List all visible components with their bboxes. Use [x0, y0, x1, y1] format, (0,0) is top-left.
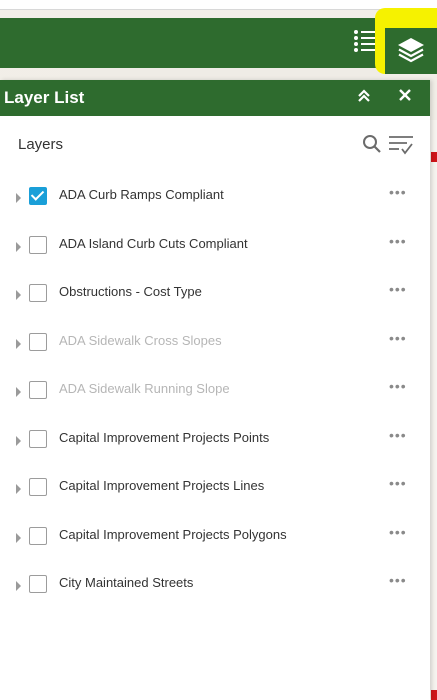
panel-header: Layer List	[0, 80, 430, 116]
layer-label: Capital Improvement Projects Lines	[59, 478, 265, 493]
caret-right-icon[interactable]	[16, 581, 21, 591]
layer-visibility-checkbox[interactable]	[29, 429, 47, 448]
layer-visibility-checkbox[interactable]	[29, 526, 47, 545]
layer-row[interactable]: Obstructions - Cost Type •••	[0, 280, 430, 310]
layers-button-highlight	[375, 8, 437, 74]
caret-right-icon[interactable]	[16, 387, 21, 397]
caret-right-icon[interactable]	[16, 484, 21, 494]
close-icon[interactable]	[398, 88, 412, 107]
layer-row[interactable]: Capital Improvement Projects Polygons •••	[0, 523, 430, 553]
double-chevron-up-icon[interactable]	[356, 88, 372, 109]
app-toolbar	[0, 18, 437, 68]
layer-visibility-checkbox[interactable]	[29, 235, 47, 254]
layers-section-header: Layers	[0, 116, 430, 172]
map-marker	[431, 690, 437, 700]
layer-label: City Maintained Streets	[59, 575, 194, 590]
caret-right-icon[interactable]	[16, 435, 21, 446]
more-options-icon[interactable]: •••	[389, 572, 407, 588]
map-marker	[431, 152, 437, 162]
layers-button[interactable]	[385, 28, 437, 74]
more-options-icon[interactable]: •••	[389, 184, 407, 200]
layer-label: Obstructions - Cost Type	[59, 284, 202, 299]
layer-label: Capital Improvement Projects Points	[59, 429, 270, 445]
layer-visibility-checkbox[interactable]	[29, 187, 47, 205]
more-options-icon[interactable]: •••	[389, 281, 407, 297]
filter-icon[interactable]	[388, 134, 414, 161]
layer-row[interactable]: ADA Island Curb Cuts Compliant •••	[0, 232, 430, 262]
layer-label: ADA Island Curb Cuts Compliant	[59, 235, 248, 251]
more-options-icon[interactable]: •••	[389, 427, 407, 443]
layer-row[interactable]: Capital Improvement Projects Points •••	[0, 426, 430, 456]
more-options-icon[interactable]: •••	[389, 233, 407, 249]
layer-visibility-checkbox[interactable]	[29, 332, 47, 351]
layer-list-panel: Layer List Layers ADA Curb Ramps Complia…	[0, 80, 430, 700]
top-strip	[0, 0, 437, 10]
layer-label: ADA Sidewalk Cross Slopes	[59, 332, 222, 348]
caret-right-icon[interactable]	[16, 241, 21, 252]
layer-row[interactable]: Capital Improvement Projects Lines •••	[0, 474, 430, 504]
caret-right-icon[interactable]	[16, 532, 21, 543]
layer-row[interactable]: ADA Curb Ramps Compliant •••	[0, 183, 430, 213]
panel-title: Layer List	[4, 88, 85, 107]
layer-visibility-checkbox[interactable]	[29, 478, 47, 496]
layer-label: ADA Sidewalk Running Slope	[59, 381, 230, 396]
layer-row[interactable]: ADA Sidewalk Cross Slopes •••	[0, 329, 430, 359]
caret-right-icon[interactable]	[16, 338, 21, 349]
search-icon[interactable]	[362, 134, 382, 159]
layer-visibility-checkbox[interactable]	[29, 284, 47, 302]
caret-right-icon[interactable]	[16, 193, 21, 203]
more-options-icon[interactable]: •••	[389, 524, 407, 540]
layer-label: Capital Improvement Projects Polygons	[59, 526, 287, 542]
more-options-icon[interactable]: •••	[389, 330, 407, 346]
layers-icon	[396, 34, 426, 69]
layer-label: ADA Curb Ramps Compliant	[59, 187, 224, 202]
layer-row[interactable]: ADA Sidewalk Running Slope •••	[0, 377, 430, 407]
caret-right-icon[interactable]	[16, 290, 21, 300]
more-options-icon[interactable]: •••	[389, 378, 407, 394]
layers-heading: Layers	[18, 136, 64, 153]
layer-visibility-checkbox[interactable]	[29, 381, 47, 399]
layer-visibility-checkbox[interactable]	[29, 575, 47, 593]
layer-row[interactable]: City Maintained Streets •••	[0, 571, 430, 601]
more-options-icon[interactable]: •••	[389, 475, 407, 491]
